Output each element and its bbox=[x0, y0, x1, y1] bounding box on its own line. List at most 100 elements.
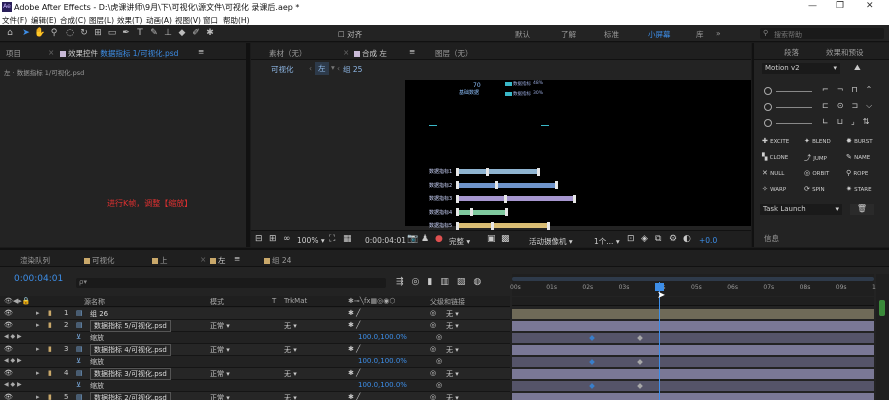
slider-track[interactable] bbox=[776, 107, 812, 108]
layer-name[interactable]: 数据指标 2/可视化.psd bbox=[90, 392, 171, 400]
property-link-icon[interactable]: ◎ bbox=[436, 357, 442, 365]
tab-composition[interactable]: 合成 左 bbox=[354, 48, 387, 59]
mode-dropdown[interactable]: 正常 ▾ bbox=[210, 345, 230, 355]
clone-stamp-icon[interactable]: ⊥ bbox=[162, 27, 174, 39]
label-color-icon[interactable]: ▮ bbox=[48, 321, 52, 329]
breadcrumb-item[interactable]: 组 25 bbox=[343, 64, 362, 75]
workspace-more-icon[interactable]: » bbox=[716, 29, 721, 38]
property-row[interactable]: ◀ ◆ ▶ ⊻ 缩放 100.0,100.0% ◎ bbox=[0, 356, 510, 368]
parent-dropdown[interactable]: 无 ▾ bbox=[446, 309, 459, 319]
motion-button-clone[interactable]: ▚ CLONE bbox=[762, 153, 788, 161]
time-ruler[interactable]: 00s01s02s03s04s05s06s07s08s09s10s bbox=[510, 274, 883, 296]
layer-switches[interactable]: ✱ ╱ bbox=[348, 369, 360, 377]
tab-effect-controls[interactable]: 效果控件 数据指标 1/可视化.psd bbox=[60, 48, 178, 59]
trash-icon[interactable]: 🗑 bbox=[850, 204, 874, 215]
tab-close-icon[interactable]: × bbox=[48, 48, 54, 57]
pen-tool-icon[interactable]: ✒ bbox=[120, 27, 132, 39]
motion-button-excite[interactable]: ✚ EXCITE bbox=[762, 137, 789, 145]
property-link-icon[interactable]: ◎ bbox=[436, 333, 442, 341]
tab-footage[interactable]: 素材（无） bbox=[269, 48, 307, 59]
tab-close-icon[interactable]: × bbox=[343, 48, 349, 57]
channel-icon[interactable]: ● bbox=[435, 234, 443, 244]
comp-viewer[interactable]: 70 基础数据 数据指标 48% 数据指标 30% 数据指标1 数据指标2 数据指标… bbox=[405, 80, 751, 230]
zoom-tool-icon[interactable]: ⚲ bbox=[48, 27, 60, 39]
exposure-icon[interactable]: ◐ bbox=[683, 234, 691, 244]
layer-name[interactable]: 组 26 bbox=[90, 309, 108, 319]
expand-arrow-icon[interactable]: ▸ bbox=[36, 309, 40, 317]
slider-track[interactable] bbox=[776, 91, 812, 92]
draft-3d-icon[interactable]: ◈ bbox=[641, 234, 648, 244]
slider-handle-icon[interactable] bbox=[764, 103, 772, 111]
mode-dropdown[interactable]: 正常 ▾ bbox=[210, 321, 230, 331]
workspace-small-screen[interactable]: 小屏幕 bbox=[648, 29, 671, 40]
layer-duration-bar[interactable] bbox=[512, 369, 874, 379]
home-icon[interactable]: ⌂ bbox=[4, 27, 16, 39]
parent-pickwhip-icon[interactable]: ◎ bbox=[430, 393, 436, 400]
slider-track[interactable] bbox=[776, 123, 812, 124]
breadcrumb-item-active[interactable]: 左 bbox=[315, 62, 329, 75]
roi-icon[interactable]: ▣ bbox=[487, 234, 496, 244]
parent-pickwhip-icon[interactable]: ◎ bbox=[430, 321, 436, 329]
tab-info[interactable]: 信息 bbox=[764, 233, 779, 244]
pan-behind-icon[interactable]: ⊞ bbox=[92, 27, 104, 39]
motion-preset-dropdown[interactable]: Motion v2 ▾ bbox=[762, 63, 840, 74]
exposure-value[interactable]: +0.0 bbox=[699, 236, 717, 245]
workspace-standard[interactable]: 标准 bbox=[604, 29, 619, 40]
layout-icon[interactable]: ⊡ bbox=[627, 234, 635, 244]
layer-duration-bar[interactable] bbox=[512, 309, 874, 319]
motion-button-jump[interactable]: ⤴ JUMP bbox=[804, 153, 827, 163]
scrollbar-thumb[interactable] bbox=[879, 300, 885, 316]
motion-button-spin[interactable]: ⟳ SPIN bbox=[804, 185, 825, 193]
work-area-bar[interactable] bbox=[512, 277, 874, 281]
mode-dropdown[interactable]: 正常 ▾ bbox=[210, 393, 230, 400]
rotate-tool-icon[interactable]: ↻ bbox=[78, 27, 90, 39]
tab-close-icon[interactable]: × bbox=[200, 255, 206, 264]
snap-checkbox[interactable]: ☐ 对齐 bbox=[338, 29, 362, 40]
label-color-icon[interactable]: ▮ bbox=[48, 309, 52, 317]
brush-tool-icon[interactable]: ✎ bbox=[148, 27, 160, 39]
snapshot-icon[interactable]: 📷 bbox=[407, 234, 418, 244]
motion-button-rope[interactable]: ⚲ ROPE bbox=[846, 169, 868, 177]
stopwatch-icon[interactable]: ⊻ bbox=[76, 381, 81, 389]
camera-dropdown[interactable]: 活动摄像机 ▾ bbox=[529, 236, 573, 247]
mask-visibility-icon[interactable]: ∞ bbox=[283, 234, 291, 244]
workspace-library[interactable]: 库 bbox=[696, 29, 704, 40]
label-color-icon[interactable]: ▮ bbox=[48, 345, 52, 353]
layer-name[interactable]: 数据指标 3/可视化.psd bbox=[90, 368, 171, 380]
property-row[interactable]: ◀ ◆ ▶ ⊻ 缩放 100.0,100.0% ◎ bbox=[0, 380, 510, 392]
parent-dropdown[interactable]: 无 ▾ bbox=[446, 321, 459, 331]
property-track[interactable] bbox=[512, 381, 874, 391]
views-dropdown[interactable]: 1个... ▾ bbox=[594, 236, 620, 247]
timeline-switch-icons[interactable]: ⇶◎▮▥▧◍ bbox=[396, 277, 489, 287]
motion-button-orbit[interactable]: ◎ ORBIT bbox=[804, 169, 829, 177]
panel-menu-icon[interactable]: ≡ bbox=[234, 254, 240, 263]
zoom-dropdown[interactable]: 100% ▾ bbox=[297, 236, 325, 245]
anchor-buttons-row[interactable]: ⊏⊙⊐⌵ bbox=[822, 101, 880, 111]
workspace-learn[interactable]: 了解 bbox=[561, 29, 576, 40]
motion-button-burst[interactable]: ✸ BURST bbox=[846, 137, 873, 145]
property-value[interactable]: 100.0,100.0% bbox=[358, 381, 407, 389]
timeline-scrollbar[interactable] bbox=[876, 274, 889, 400]
current-time-display[interactable]: 0:00:04:01 bbox=[365, 236, 406, 245]
tab-paragraph[interactable]: 段落 bbox=[784, 47, 799, 58]
mode-dropdown[interactable]: 正常 ▾ bbox=[210, 369, 230, 379]
layer-row[interactable]: 👁 ▸ ▮ 3 ▤ 数据指标 4/可视化.psd 正常 ▾ 无 ▾ ✱ ╱ ◎ 无 ▾ bbox=[0, 344, 510, 356]
tab-comp-left[interactable]: 左 bbox=[210, 255, 226, 266]
selection-tool-icon[interactable]: ➤ bbox=[20, 27, 32, 39]
layer-duration-bar[interactable] bbox=[512, 321, 874, 331]
layer-name[interactable]: 数据指标 4/可视化.psd bbox=[90, 344, 171, 356]
visibility-eye-icon[interactable]: 👁 bbox=[4, 345, 13, 353]
trkmat-dropdown[interactable]: 无 ▾ bbox=[284, 393, 297, 400]
layer-row[interactable]: 👁 ▸ ▮ 5 ▤ 数据指标 2/可视化.psd 正常 ▾ 无 ▾ ✱ ╱ ◎ 无 ▾ bbox=[0, 392, 510, 400]
layer-duration-bar[interactable] bbox=[512, 345, 874, 355]
layer-switches[interactable]: ✱ ╱ bbox=[348, 393, 360, 400]
property-track[interactable] bbox=[512, 333, 874, 343]
expand-arrow-icon[interactable]: ▸ bbox=[36, 345, 40, 353]
layer-switches[interactable]: ✱ ╱ bbox=[348, 321, 360, 329]
show-snapshot-icon[interactable]: ♟ bbox=[421, 234, 429, 244]
tab-project[interactable]: 项目 bbox=[6, 48, 21, 59]
property-link-icon[interactable]: ◎ bbox=[436, 381, 442, 389]
trkmat-dropdown[interactable]: 无 ▾ bbox=[284, 369, 297, 379]
slider-handle-icon[interactable] bbox=[764, 119, 772, 127]
motion-button-stare[interactable]: ✷ STARE bbox=[846, 185, 872, 193]
